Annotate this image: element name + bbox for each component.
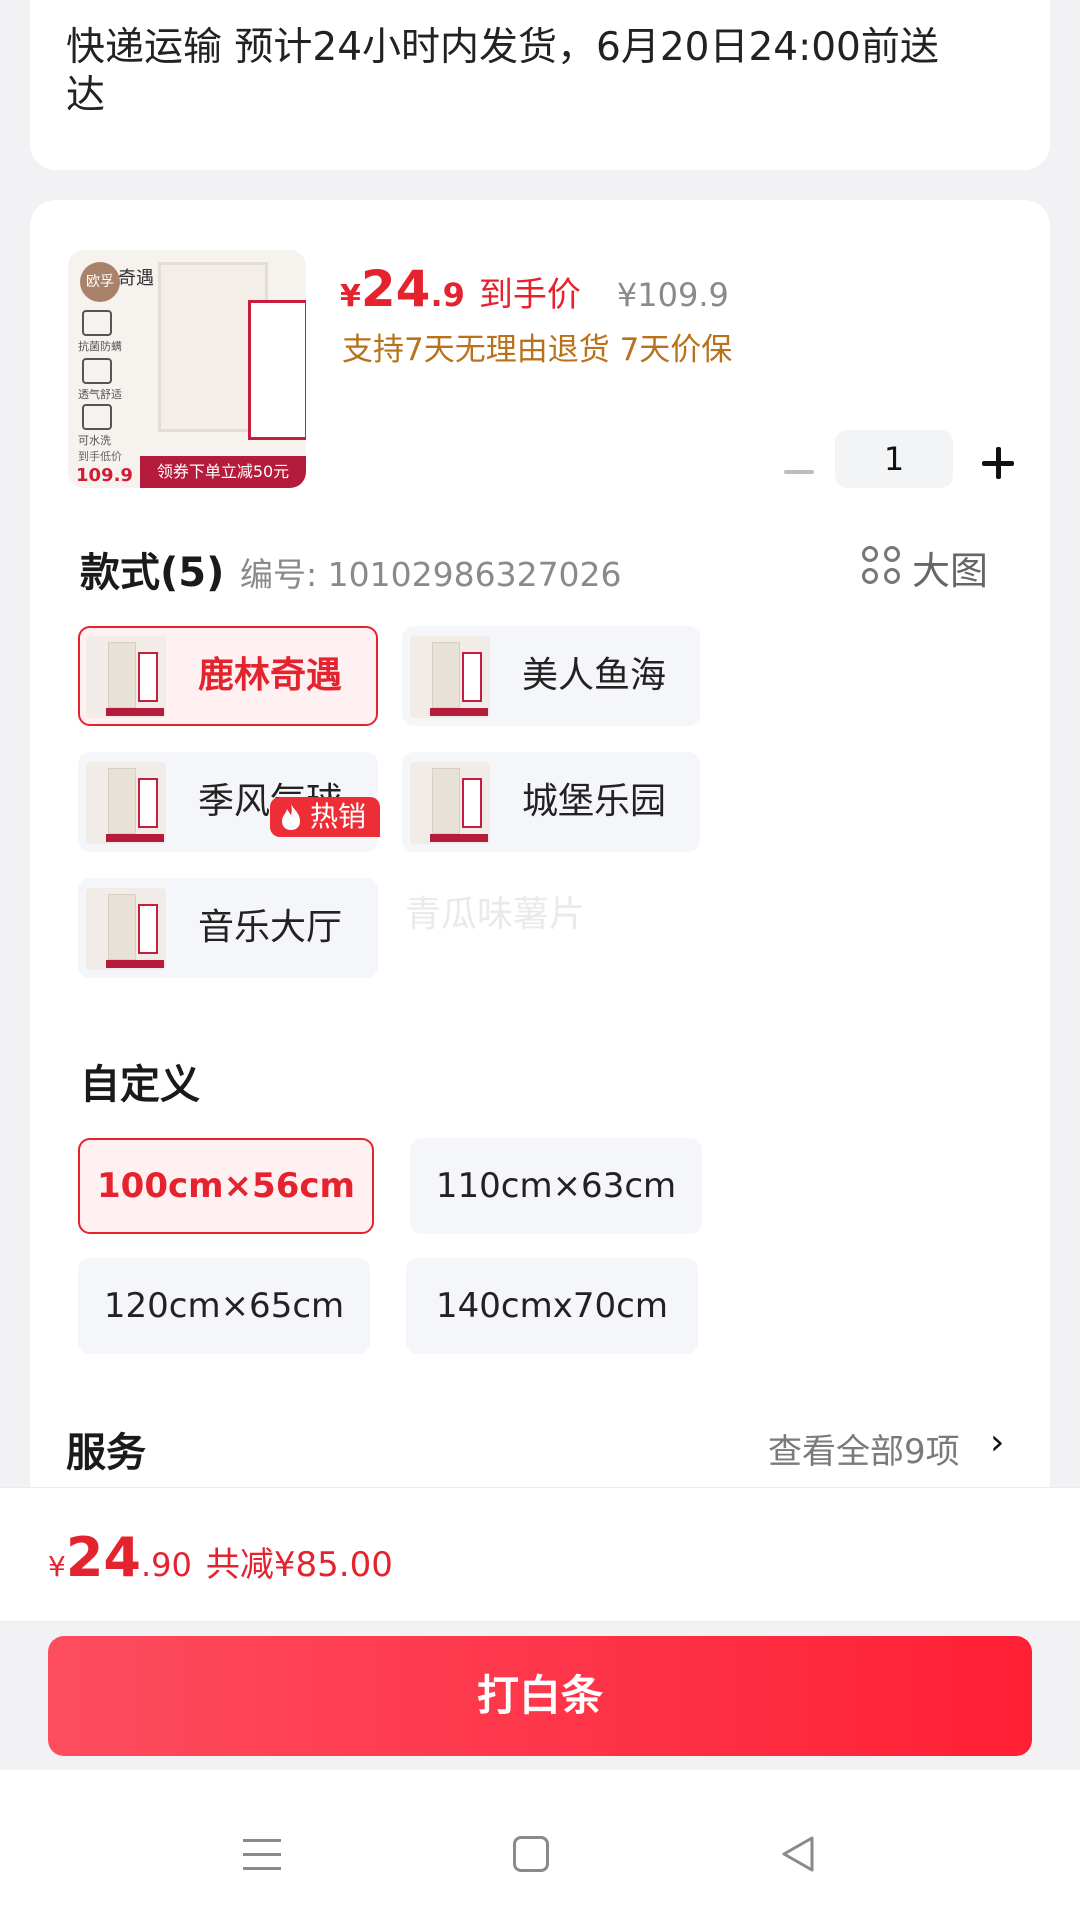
style-option-meirenyuhai[interactable]: 美人鱼海 bbox=[402, 626, 700, 726]
feature-label: 透气舒适 bbox=[78, 388, 122, 401]
price-integer: 24 bbox=[360, 260, 431, 318]
option-label: 音乐大厅 bbox=[198, 907, 343, 948]
style-option-chengbaoleyuan[interactable]: 城堡乐园 bbox=[402, 752, 700, 852]
baitiao-pay-button[interactable]: 打白条 bbox=[48, 1636, 1032, 1756]
custom-section-title: 自定义 bbox=[80, 1062, 200, 1108]
nav-back-icon[interactable] bbox=[778, 1834, 818, 1874]
option-thumbnail bbox=[410, 762, 490, 844]
feature-label: 抗菌防螨 bbox=[78, 340, 122, 353]
price-row: ¥24.9 到手价 ¥109.9 bbox=[340, 260, 729, 318]
size-option-110x63[interactable]: 110cm×63cm bbox=[410, 1138, 702, 1234]
original-price: ¥109.9 bbox=[616, 276, 729, 314]
total-decimal: .90 bbox=[140, 1546, 192, 1584]
service-promise: 支持7天无理由退货 7天价保 bbox=[342, 332, 733, 368]
minus-icon bbox=[784, 470, 814, 474]
sku-selector-card: 欧孚 奇遇 抗菌防螨 透气舒适 可水洗 到手低价 109.9 领券下单立减50元… bbox=[30, 200, 1050, 1520]
option-label: 城堡乐园 bbox=[522, 781, 667, 822]
option-thumbnail bbox=[86, 762, 166, 844]
product-info-card bbox=[248, 300, 306, 440]
thumb-series-text: 奇遇 bbox=[118, 268, 154, 289]
total-integer: 24 bbox=[65, 1526, 141, 1589]
delivery-info: 快递运输 预计24小时内发货，6月20日24:00前送达 bbox=[66, 25, 939, 118]
product-thumbnail[interactable]: 欧孚 奇遇 抗菌防螨 透气舒适 可水洗 到手低价 109.9 领券下单立减50元 bbox=[68, 250, 306, 488]
total-currency: ¥ bbox=[48, 1550, 66, 1583]
price-currency: ¥ bbox=[340, 279, 361, 314]
thumb-price-label: 到手低价 bbox=[78, 450, 122, 463]
nav-menu-icon[interactable] bbox=[243, 1835, 283, 1875]
flame-icon bbox=[282, 804, 300, 830]
size-option-100x56[interactable]: 100cm×56cm bbox=[78, 1138, 374, 1234]
quantity-input[interactable]: 1 bbox=[835, 430, 953, 488]
feature-icon bbox=[82, 310, 112, 336]
option-thumbnail bbox=[86, 888, 166, 970]
view-all-services-link[interactable]: 查看全部9项 bbox=[768, 1424, 960, 1473]
quantity-decrease-button[interactable] bbox=[778, 452, 818, 492]
big-image-label: 大图 bbox=[912, 549, 989, 593]
brand-logo: 欧孚 bbox=[80, 262, 120, 302]
option-label: 鹿林奇遇 bbox=[198, 655, 343, 696]
nav-home-icon[interactable] bbox=[513, 1836, 549, 1872]
hot-sale-label: 热销 bbox=[310, 800, 367, 833]
sku-number: 编号: 10102986327026 bbox=[240, 555, 622, 594]
system-nav-bar bbox=[0, 1770, 1080, 1923]
feature-icon bbox=[82, 358, 112, 384]
watermark: 青瓜味薯片 bbox=[405, 894, 586, 935]
size-option-140x70[interactable]: 140cmx70cm bbox=[406, 1258, 698, 1354]
service-section-title: 服务 bbox=[66, 1430, 146, 1476]
feature-label: 可水洗 bbox=[78, 434, 111, 447]
price-label: 到手价 bbox=[478, 275, 581, 315]
grid-icon bbox=[862, 546, 904, 588]
feature-icon bbox=[82, 404, 112, 430]
hot-sale-badge: 热销 bbox=[270, 797, 380, 837]
delivery-card: 快递运输 预计24小时内发货，6月20日24:00前送达 bbox=[30, 0, 1050, 170]
style-section-title: 款式(5) bbox=[80, 550, 225, 596]
style-option-yinyuedating[interactable]: 音乐大厅 bbox=[78, 878, 378, 978]
price-decimal: .9 bbox=[430, 276, 465, 314]
option-label: 美人鱼海 bbox=[522, 655, 667, 696]
chevron-right-icon[interactable]: › bbox=[990, 1422, 1004, 1463]
thumb-price: 109.9 bbox=[76, 465, 133, 486]
total-bar: ¥24.90 共减¥85.00 bbox=[0, 1487, 1080, 1622]
coupon-banner: 领券下单立减50元 bbox=[140, 456, 306, 488]
size-option-120x65[interactable]: 120cm×65cm bbox=[78, 1258, 370, 1354]
quantity-increase-button[interactable] bbox=[978, 443, 1018, 483]
total-discount: 共减¥85.00 bbox=[205, 1545, 393, 1585]
total-price: ¥24.90 共减¥85.00 bbox=[48, 1526, 393, 1589]
option-thumbnail bbox=[410, 636, 490, 718]
option-thumbnail bbox=[86, 636, 166, 718]
style-option-lulinqiyu[interactable]: 鹿林奇遇 bbox=[78, 626, 378, 726]
